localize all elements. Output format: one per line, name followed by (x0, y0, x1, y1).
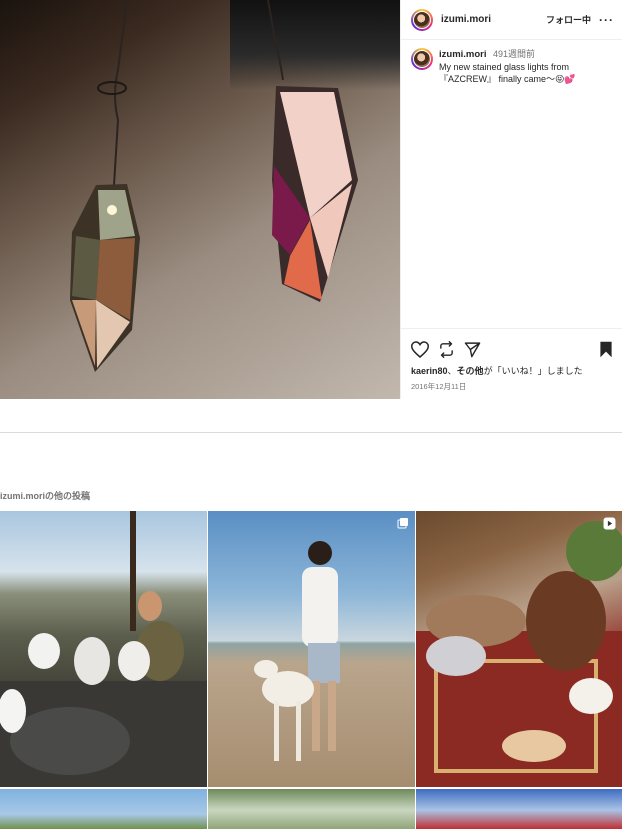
dogs-on-rug-illustration (416, 521, 622, 787)
caption-time[interactable]: 491週間前 (493, 49, 535, 59)
avatar[interactable] (411, 8, 433, 31)
caption-username[interactable]: izumi.mori (439, 49, 487, 60)
send-icon[interactable] (464, 341, 481, 358)
post-photo[interactable] (0, 0, 400, 399)
bookmark-icon[interactable] (599, 341, 613, 358)
liker-username[interactable]: kaerin80 (411, 366, 448, 376)
caption-body: izumi.mori 491週間前 My new stained glass l… (439, 48, 576, 85)
post-header: izumi.mori フォロー中 ··· (401, 0, 622, 40)
grid-post-2[interactable] (208, 511, 415, 787)
grid-post-3[interactable] (416, 511, 622, 787)
reel-icon (603, 517, 616, 533)
grid-post-4[interactable] (0, 789, 207, 829)
caption-text-line-2: 『AZCREW』 finally came〜😝💕 (439, 74, 576, 84)
carousel-icon (397, 517, 409, 532)
more-posts-heading: izumi.moriの他の投稿 (0, 489, 90, 502)
caption-text-line-1: My new stained glass lights from (439, 62, 570, 72)
more-posts-grid (0, 511, 622, 829)
post-sidebar: izumi.mori フォロー中 ··· izumi.mori 491週間前 M… (400, 0, 622, 399)
likes-separator: 、 (447, 366, 457, 376)
dogs-photo-illustration (0, 511, 207, 787)
post-date[interactable]: 2016年12月11日 (411, 381, 613, 392)
likes-others-link[interactable]: その他 (457, 366, 484, 376)
stained-glass-lamps-illustration (70, 0, 358, 372)
beach-photo-illustration (254, 541, 340, 761)
following-button[interactable]: フォロー中 (546, 13, 591, 26)
username-link[interactable]: izumi.mori (441, 14, 491, 25)
grid-post-6[interactable] (416, 789, 622, 829)
grid-post-1[interactable] (0, 511, 207, 787)
caption: izumi.mori 491週間前 My new stained glass l… (401, 40, 622, 85)
likes-summary: kaerin80、その他が「いいね！」しました (411, 364, 613, 377)
section-divider (0, 432, 622, 433)
action-bar (411, 339, 613, 359)
avatar-image (413, 50, 431, 68)
more-options-icon[interactable]: ··· (599, 13, 614, 27)
repost-icon[interactable] (438, 340, 455, 358)
post: izumi.mori フォロー中 ··· izumi.mori 491週間前 M… (0, 0, 622, 399)
avatar-image (413, 10, 431, 29)
likes-suffix: が「いいね！」しました (483, 366, 583, 376)
caption-avatar[interactable] (411, 48, 433, 70)
heart-icon[interactable] (411, 340, 429, 358)
post-actions: kaerin80、その他が「いいね！」しました 2016年12月11日 (401, 328, 622, 392)
more-posts-suffix: の他の投稿 (45, 491, 91, 501)
grid-post-5[interactable] (208, 789, 415, 829)
more-posts-username[interactable]: izumi.mori (0, 491, 45, 501)
